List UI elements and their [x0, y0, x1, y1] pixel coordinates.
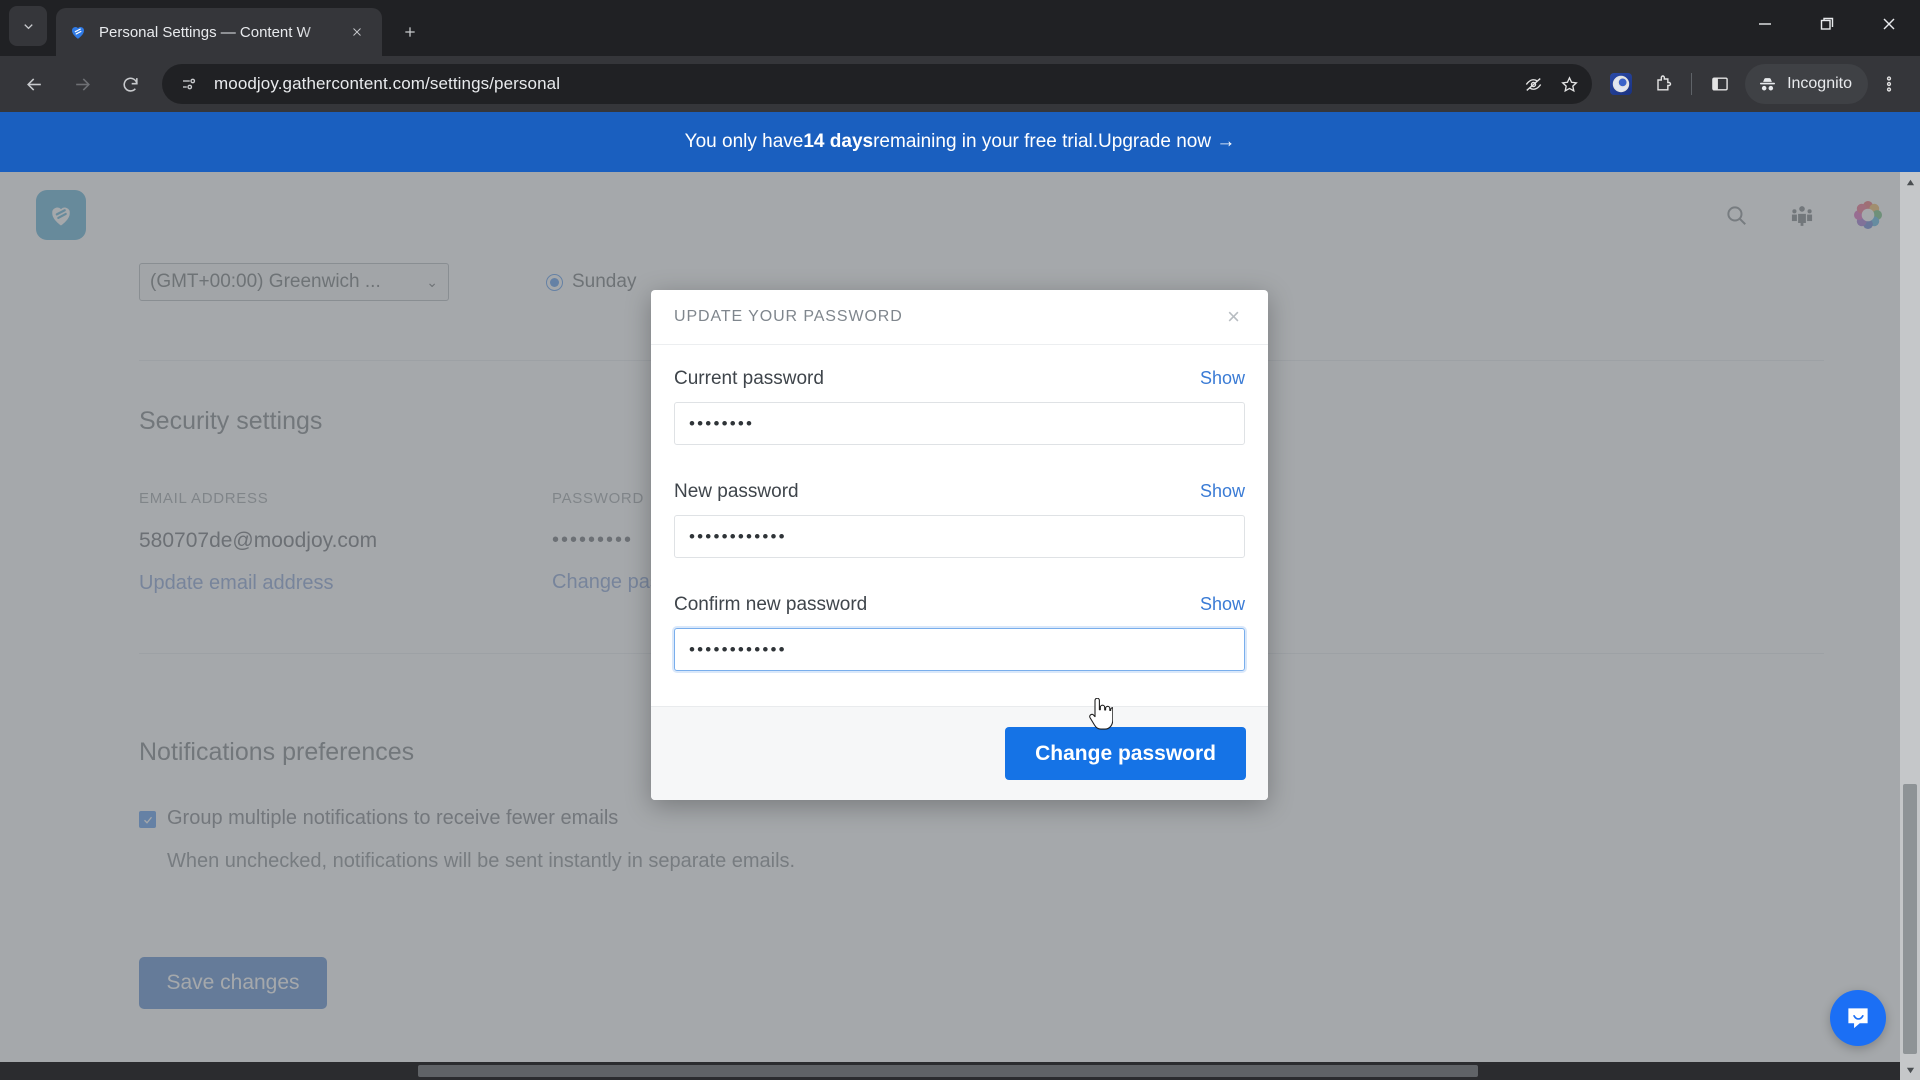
- confirm-password-field: Confirm new password Show ••••••••••••: [674, 594, 1245, 671]
- trial-banner: You only have 14 days remaining in your …: [0, 112, 1920, 172]
- window-controls: [1734, 0, 1920, 48]
- address-bar[interactable]: moodjoy.gathercontent.com/settings/perso…: [162, 64, 1593, 104]
- extension-blue-icon: [1610, 73, 1633, 95]
- close-icon: [353, 28, 361, 36]
- modal-header: UPDATE YOUR PASSWORD ×: [651, 290, 1268, 345]
- modal-body: Current password Show •••••••• New passw…: [651, 345, 1268, 706]
- maximize-icon: [1820, 17, 1834, 30]
- field-header: New password Show: [674, 481, 1245, 503]
- modal-close-button[interactable]: ×: [1227, 306, 1240, 328]
- vertical-scrollbar[interactable]: [1900, 172, 1920, 1080]
- gathercontent-heart-icon: [68, 22, 88, 42]
- banner-highlight: 14 days: [803, 131, 874, 152]
- side-panel-icon: [1712, 77, 1728, 91]
- browser-window: Personal Settings — Content W moodjoy.ga…: [0, 0, 1920, 1080]
- tab-search-area: [0, 0, 56, 56]
- chevron-down-icon: [23, 23, 33, 29]
- hide-password-button[interactable]: [1516, 67, 1550, 101]
- page-viewport: You only have 14 days remaining in your …: [0, 112, 1920, 1080]
- field-header: Confirm new password Show: [674, 594, 1245, 616]
- new-password-field: New password Show ••••••••••••: [674, 481, 1245, 558]
- new-tab-button[interactable]: [392, 14, 428, 50]
- confirm-password-label: Confirm new password: [674, 594, 868, 615]
- extensions-button[interactable]: [1642, 63, 1684, 105]
- current-password-label: Current password: [674, 368, 824, 389]
- puzzle-piece-icon: [1657, 75, 1672, 91]
- reload-button[interactable]: [110, 64, 150, 104]
- scroll-down-arrow[interactable]: [1900, 1060, 1920, 1080]
- tab-close-button[interactable]: [344, 19, 370, 45]
- incognito-hat-icon: [1760, 77, 1776, 90]
- url-text: moodjoy.gathercontent.com/settings/perso…: [214, 74, 561, 93]
- extension-badge-button[interactable]: [1600, 63, 1642, 105]
- show-confirm-password-link[interactable]: Show: [1200, 594, 1245, 615]
- change-password-button[interactable]: Change password: [1005, 727, 1246, 780]
- chat-bubble-icon: [1848, 1008, 1868, 1029]
- browser-menu-button[interactable]: [1868, 63, 1910, 105]
- tab-title: Personal Settings — Content W: [99, 23, 311, 41]
- update-password-modal: UPDATE YOUR PASSWORD × Current password …: [651, 290, 1268, 800]
- side-panel-button[interactable]: [1699, 63, 1741, 105]
- scroll-up-arrow[interactable]: [1900, 172, 1920, 192]
- toolbar-divider: [1691, 73, 1693, 95]
- reload-icon: [122, 77, 138, 92]
- banner-suffix: remaining in your free trial.: [873, 131, 1099, 152]
- eye-off-icon: [1525, 77, 1541, 91]
- bookmark-button[interactable]: [1552, 67, 1586, 101]
- horizontal-scrollbar-thumb[interactable]: [418, 1065, 1478, 1077]
- close-icon: [1883, 18, 1895, 30]
- browser-toolbar: moodjoy.gathercontent.com/settings/perso…: [0, 56, 1920, 112]
- current-password-input[interactable]: ••••••••: [674, 402, 1245, 445]
- back-arrow-icon: [26, 77, 41, 91]
- modal-title: UPDATE YOUR PASSWORD: [674, 308, 903, 325]
- show-new-password-link[interactable]: Show: [1200, 481, 1245, 502]
- modal-footer: Change password: [651, 706, 1268, 800]
- profile-label: Incognito: [1787, 75, 1852, 92]
- triangle-up-icon: [1906, 179, 1914, 185]
- minimize-icon: [1759, 23, 1771, 25]
- kebab-menu-icon: [1886, 76, 1892, 92]
- banner-prefix: You only have: [684, 131, 804, 152]
- forward-arrow-icon: [75, 77, 90, 91]
- forward-button[interactable]: [62, 64, 102, 104]
- confirm-password-input[interactable]: ••••••••••••: [674, 628, 1245, 671]
- toolbar-right: Incognito: [1600, 63, 1910, 105]
- back-button[interactable]: [14, 64, 54, 104]
- horizontal-scrollbar[interactable]: [0, 1062, 1900, 1080]
- maximize-button[interactable]: [1796, 0, 1858, 48]
- new-password-label: New password: [674, 481, 799, 502]
- intercom-chat-launcher[interactable]: [1830, 990, 1886, 1046]
- plus-icon: [405, 27, 415, 37]
- star-icon: [1560, 75, 1578, 92]
- current-password-field: Current password Show ••••••••: [674, 368, 1245, 445]
- vertical-scrollbar-thumb[interactable]: [1903, 784, 1917, 1054]
- triangle-down-icon: [1906, 1067, 1914, 1073]
- browser-tab[interactable]: Personal Settings — Content W: [56, 8, 382, 56]
- close-window-button[interactable]: [1858, 0, 1920, 48]
- new-password-input[interactable]: ••••••••••••: [674, 515, 1245, 558]
- tab-search-button[interactable]: [9, 6, 47, 46]
- banner-cta-link[interactable]: Upgrade now →: [1098, 131, 1235, 153]
- tab-strip: Personal Settings — Content W: [0, 0, 1920, 56]
- profile-chip[interactable]: Incognito: [1745, 64, 1868, 104]
- minimize-button[interactable]: [1734, 0, 1796, 48]
- mouse-cursor-pointer: [1089, 698, 1113, 730]
- show-current-password-link[interactable]: Show: [1200, 368, 1245, 389]
- field-header: Current password Show: [674, 368, 1245, 390]
- page-settings-icon[interactable]: [178, 73, 200, 95]
